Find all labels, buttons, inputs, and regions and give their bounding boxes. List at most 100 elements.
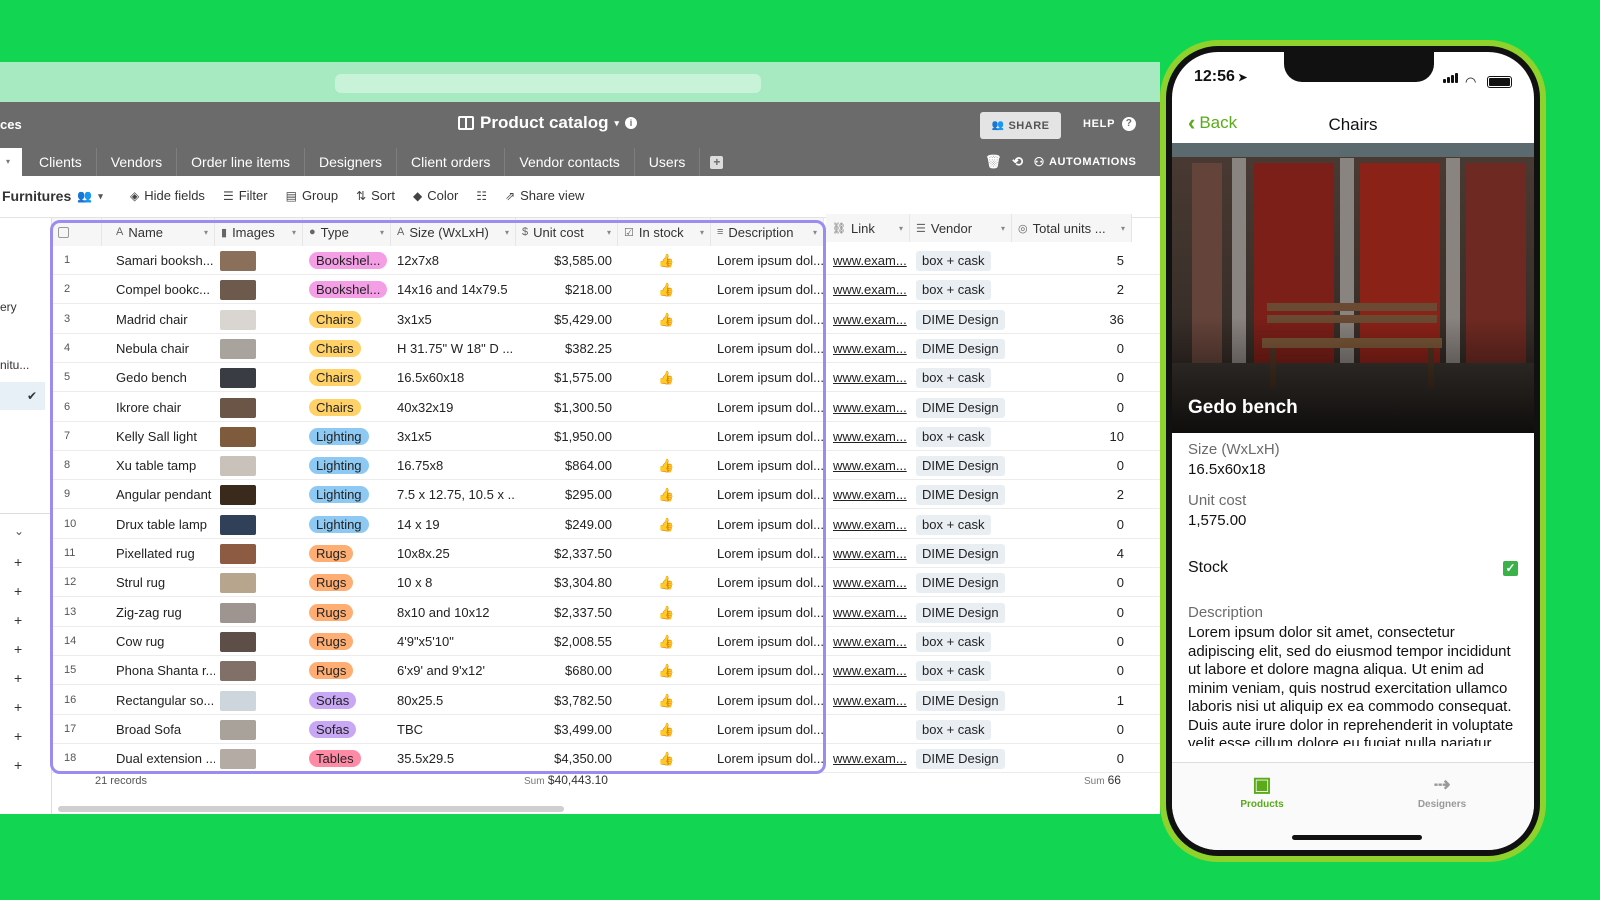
image-thumbnail[interactable] [220, 631, 256, 652]
cell-size[interactable]: 14 x 19 [391, 510, 516, 539]
cell-description[interactable]: Lorem ipsum dol... [711, 363, 824, 392]
cell-type[interactable]: Lighting [303, 480, 391, 509]
cell-type[interactable]: Rugs [303, 627, 391, 656]
cell-vendor[interactable]: box + cask [910, 246, 1012, 275]
image-thumbnail[interactable] [220, 251, 256, 271]
cell-vendor[interactable]: box + cask [910, 715, 1012, 744]
tab-client-orders[interactable]: Client orders [397, 148, 506, 176]
cell-link[interactable]: www.exam... [827, 627, 909, 656]
cell-total-units[interactable]: 2 [1012, 480, 1132, 509]
cell-unit-cost[interactable]: $3,499.00 [516, 715, 618, 744]
cell-link[interactable]: www.exam... [827, 451, 909, 480]
cell-name[interactable]: Drux table lamp [110, 510, 215, 539]
cell-link[interactable]: www.exam... [827, 656, 909, 685]
cell-total-units[interactable]: 0 [1012, 510, 1132, 539]
cell-unit-cost[interactable]: $2,008.55 [516, 627, 618, 656]
cell-total-units[interactable]: 5 [1012, 246, 1132, 275]
cell-vendor[interactable]: DIME Design [910, 539, 1012, 568]
column-header-images[interactable]: ▮ Images ▾ [215, 218, 303, 246]
column-header-in-stock[interactable]: ☑ In stock ▾ [618, 218, 711, 246]
cell-vendor[interactable]: box + cask [910, 656, 1012, 685]
cell-in-stock[interactable]: 👍 [652, 246, 692, 275]
cell-description[interactable]: Lorem ipsum dol... [711, 744, 824, 773]
cell-in-stock[interactable]: 👍 [652, 510, 692, 539]
tab-vendor-contacts[interactable]: Vendor contacts [505, 148, 635, 176]
cell-link[interactable]: www.exam... [827, 275, 909, 304]
cell-in-stock[interactable]: 👍 [652, 305, 692, 334]
cell-total-units[interactable]: 2 [1012, 275, 1132, 304]
cell-vendor[interactable]: DIME Design [910, 305, 1012, 334]
cell-vendor[interactable]: box + cask [910, 275, 1012, 304]
cell-link[interactable]: www.exam... [827, 568, 909, 597]
tab-products[interactable]: ▣ Products [1212, 771, 1312, 810]
cell-name[interactable]: Kelly Sall light [110, 422, 215, 451]
cell-vendor[interactable]: DIME Design [910, 334, 1012, 363]
image-thumbnail[interactable] [220, 309, 256, 330]
add-view-icon[interactable]: + [14, 699, 22, 715]
cell-in-stock[interactable]: 👍 [652, 715, 692, 744]
cell-link[interactable]: www.exam... [827, 363, 909, 392]
cell-name[interactable]: Angular pendant [110, 480, 215, 509]
cell-link[interactable]: www.exam... [827, 744, 909, 773]
cell-name[interactable]: Phona Shanta r... [110, 656, 215, 685]
cell-name[interactable]: Rectangular so... [110, 686, 215, 715]
cell-type[interactable]: Lighting [303, 422, 391, 451]
cell-vendor[interactable]: DIME Design [910, 568, 1012, 597]
cell-vendor[interactable]: box + cask [910, 510, 1012, 539]
cell-size[interactable]: 10x8x.25 [391, 539, 516, 568]
base-title[interactable]: Product catalog ▾ i [458, 113, 637, 133]
cell-type[interactable]: Sofas [303, 715, 391, 744]
column-header-size[interactable]: A Size (WxLxH) ▾ [391, 218, 516, 246]
column-header-total-units[interactable]: ◎ Total units ... ▾ [1012, 214, 1132, 242]
table-row[interactable]: 7 Kelly Sall light Lighting 3x1x5 $1,950.00 L… [52, 422, 1160, 451]
cell-link[interactable]: www.exam... [827, 510, 909, 539]
cell-type[interactable]: Bookshel... [303, 246, 391, 275]
cell-link[interactable]: www.exam... [827, 598, 909, 627]
cell-unit-cost[interactable]: $1,950.00 [516, 422, 618, 451]
cell-size[interactable]: 8x10 and 10x12 [391, 598, 516, 627]
cell-description[interactable]: Lorem ipsum dol... [711, 393, 824, 422]
cell-type[interactable]: Bookshel... [303, 275, 391, 304]
cell-name[interactable]: Dual extension ... [110, 744, 215, 773]
tab-order-line-items[interactable]: Order line items [177, 148, 305, 176]
image-thumbnail[interactable] [220, 749, 256, 770]
tab-users[interactable]: Users [635, 148, 701, 176]
column-header-description[interactable]: ≡ Description ▾ [711, 218, 824, 246]
add-view-icon[interactable]: + [14, 757, 22, 773]
cell-size[interactable]: 40x32x19 [391, 393, 516, 422]
chevron-down-icon[interactable]: ⌄ [14, 524, 24, 538]
group-button[interactable]: ▤ Group [286, 188, 338, 203]
view-switcher[interactable]: Furnitures 👥 ▾ [2, 188, 103, 204]
cell-size[interactable]: TBC [391, 715, 516, 744]
cell-name[interactable]: Strul rug [110, 568, 215, 597]
cell-name[interactable]: Nebula chair [110, 334, 215, 363]
sort-button[interactable]: ⇅ Sort [356, 188, 395, 203]
cell-in-stock[interactable]: 👍 [652, 275, 692, 304]
image-thumbnail[interactable] [220, 602, 256, 623]
cell-unit-cost[interactable]: $2,337.50 [516, 539, 618, 568]
sidebar-item-cut-2[interactable]: nitu... [0, 358, 29, 372]
image-thumbnail[interactable] [220, 719, 256, 740]
cell-description[interactable]: Lorem ipsum dol... [711, 598, 824, 627]
info-icon[interactable]: i [625, 117, 637, 129]
cell-type[interactable]: Sofas [303, 686, 391, 715]
add-view-icon[interactable]: + [14, 670, 22, 686]
cell-link[interactable]: www.exam... [827, 246, 909, 275]
cell-in-stock[interactable]: 👍 [652, 363, 692, 392]
cell-name[interactable]: Ikrore chair [110, 393, 215, 422]
cell-link[interactable]: www.exam... [827, 334, 909, 363]
cell-link[interactable] [827, 715, 909, 744]
cell-unit-cost[interactable]: $5,429.00 [516, 305, 618, 334]
cell-in-stock[interactable] [652, 334, 692, 363]
cell-unit-cost[interactable]: $249.00 [516, 510, 618, 539]
tab-dropdown-icon[interactable]: ▾ [0, 148, 22, 176]
column-header-vendor[interactable]: ☰ Vendor ▾ [910, 214, 1012, 242]
cell-size[interactable]: 4'9"x5'10" [391, 627, 516, 656]
cell-type[interactable]: Chairs [303, 334, 391, 363]
cell-name[interactable]: Zig-zag rug [110, 598, 215, 627]
cell-size[interactable]: 6'x9' and 9'x12' [391, 656, 516, 685]
cell-unit-cost[interactable]: $2,337.50 [516, 598, 618, 627]
cell-total-units[interactable]: 0 [1012, 393, 1132, 422]
cell-size[interactable]: 3x1x5 [391, 305, 516, 334]
image-thumbnail[interactable] [220, 456, 256, 477]
